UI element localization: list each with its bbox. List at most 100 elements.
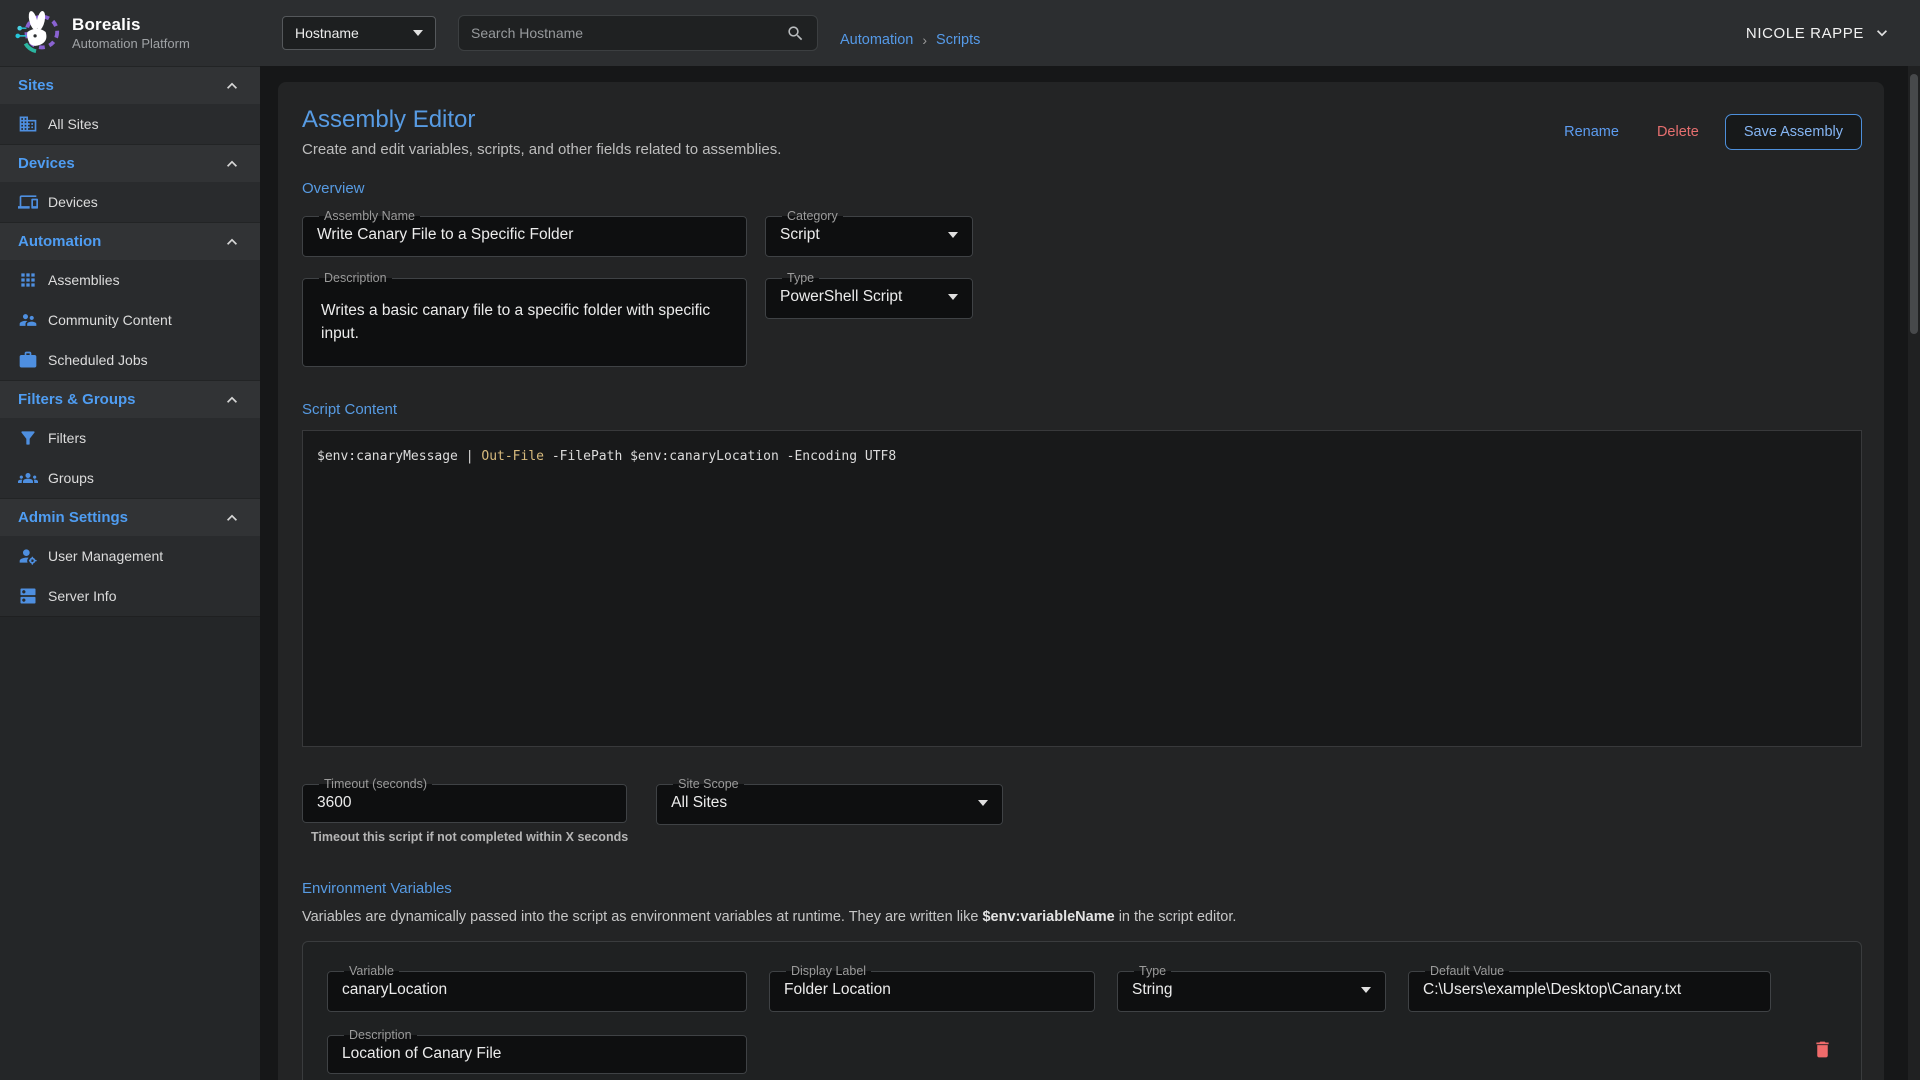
chevron-up-icon xyxy=(222,76,242,96)
sidebar-menu: Sites All Sites Devices Devices Automati… xyxy=(0,66,260,616)
save-assembly-button[interactable]: Save Assembly xyxy=(1725,114,1862,150)
script-content-section-label: Script Content xyxy=(302,401,1862,418)
sidebar-item-label: Server Info xyxy=(48,588,116,604)
devices-icon xyxy=(18,192,38,212)
rename-button[interactable]: Rename xyxy=(1552,116,1631,148)
page-subtitle: Create and edit variables, scripts, and … xyxy=(302,141,781,158)
sidebar-filler xyxy=(0,616,260,1080)
user-menu[interactable]: NICOLE RAPPE xyxy=(1746,23,1892,43)
category-select[interactable]: Category Script xyxy=(765,209,973,257)
page-title: Assembly Editor xyxy=(302,106,781,134)
caret-down-icon xyxy=(413,30,423,36)
chevron-up-icon xyxy=(222,390,242,410)
sidebar: Borealis Automation Platform Sites All S… xyxy=(0,0,260,1080)
chevron-down-icon xyxy=(1872,23,1892,43)
header-actions: Rename Delete Save Assembly xyxy=(1552,114,1862,150)
sidebar-item-label: Filters xyxy=(48,430,86,446)
default-value-input[interactable] xyxy=(1421,978,1758,1003)
variable-description-field: Description xyxy=(327,1028,747,1074)
sidebar-item-all-sites[interactable]: All Sites xyxy=(0,104,260,144)
breadcrumb-scripts[interactable]: Scripts xyxy=(936,32,980,48)
caret-down-icon xyxy=(948,294,958,300)
search-icon xyxy=(786,24,805,43)
sidebar-section-automation[interactable]: Automation xyxy=(0,222,260,260)
chevron-up-icon xyxy=(222,154,242,174)
caret-down-icon xyxy=(978,800,988,806)
search-input[interactable] xyxy=(471,25,786,41)
sidebar-item-label: Scheduled Jobs xyxy=(48,352,148,368)
sidebar-item-filters[interactable]: Filters xyxy=(0,418,260,458)
topbar: Hostname Automation › Scripts NICOLE RAP… xyxy=(260,0,1920,66)
variable-name-field: Variable xyxy=(327,964,747,1012)
environment-variable-card: Variable Display Label Type String xyxy=(302,941,1862,1080)
default-value-field: Default Value xyxy=(1408,964,1771,1012)
main-column: Hostname Automation › Scripts NICOLE RAP… xyxy=(260,0,1920,1080)
scrollbar-track[interactable] xyxy=(1908,66,1920,1080)
sidebar-item-label: Groups xyxy=(48,470,94,486)
sidebar-item-label: All Sites xyxy=(48,116,99,132)
sidebar-item-label: Assemblies xyxy=(48,272,120,288)
filter-icon xyxy=(18,428,38,448)
timeout-helper-text: Timeout this script if not completed wit… xyxy=(311,830,628,844)
sidebar-item-label: Community Content xyxy=(48,312,172,328)
assembly-name-field: Assembly Name xyxy=(302,209,747,257)
sidebar-item-groups[interactable]: Groups xyxy=(0,458,260,498)
chevron-up-icon xyxy=(222,508,242,528)
display-label-input[interactable] xyxy=(782,978,1082,1003)
scrollbar-thumb[interactable] xyxy=(1910,74,1918,334)
chevron-up-icon xyxy=(222,232,242,252)
brand-name: Borealis xyxy=(72,15,190,35)
app-root: Borealis Automation Platform Sites All S… xyxy=(0,0,1920,1080)
breadcrumb: Automation › Scripts xyxy=(840,32,980,48)
display-label-field: Display Label xyxy=(769,964,1095,1012)
sidebar-item-user-management[interactable]: User Management xyxy=(0,536,260,576)
sidebar-section-admin-settings[interactable]: Admin Settings xyxy=(0,498,260,536)
assembly-name-input[interactable] xyxy=(315,223,734,248)
description-field[interactable]: Description Writes a basic canary file t… xyxy=(302,271,747,367)
sidebar-section-sites[interactable]: Sites xyxy=(0,66,260,104)
type-select[interactable]: Type PowerShell Script xyxy=(765,271,973,319)
timeout-input[interactable] xyxy=(315,791,614,816)
site-scope-select[interactable]: Site Scope All Sites xyxy=(656,777,1003,825)
code-keyword: Out-File xyxy=(481,449,544,464)
env-vars-section-label: Environment Variables xyxy=(302,880,1862,897)
brand[interactable]: Borealis Automation Platform xyxy=(0,0,260,66)
sidebar-item-server-info[interactable]: Server Info xyxy=(0,576,260,616)
breadcrumb-automation[interactable]: Automation xyxy=(840,32,913,48)
briefcase-icon xyxy=(18,350,38,370)
delete-variable-button[interactable] xyxy=(1808,1035,1837,1067)
env-vars-description: Variables are dynamically passed into th… xyxy=(302,909,1862,925)
caret-down-icon xyxy=(1361,987,1371,993)
script-code-editor[interactable]: $env:canaryMessage | Out-File -FilePath … xyxy=(302,430,1862,747)
delete-button[interactable]: Delete xyxy=(1645,116,1711,148)
card-header: Assembly Editor Create and edit variable… xyxy=(302,106,1862,158)
caret-down-icon xyxy=(948,232,958,238)
groups-icon xyxy=(18,468,38,488)
people-icon xyxy=(18,310,38,330)
assembly-editor-card: Assembly Editor Create and edit variable… xyxy=(278,82,1884,1080)
content-area: Assembly Editor Create and edit variable… xyxy=(260,66,1920,1080)
sidebar-item-label: User Management xyxy=(48,548,163,564)
trash-icon xyxy=(1812,1039,1833,1060)
hostname-select[interactable]: Hostname xyxy=(282,16,436,50)
timeout-field: Timeout (seconds) xyxy=(302,777,627,823)
user-name: NICOLE RAPPE xyxy=(1746,25,1864,42)
brand-subtitle: Automation Platform xyxy=(72,36,190,51)
sidebar-section-filters-groups[interactable]: Filters & Groups xyxy=(0,380,260,418)
building-icon xyxy=(18,114,38,134)
borealis-logo xyxy=(12,8,62,58)
sidebar-section-devices[interactable]: Devices xyxy=(0,144,260,182)
breadcrumb-separator: › xyxy=(922,32,927,48)
variable-description-input[interactable] xyxy=(340,1042,734,1067)
sidebar-item-community-content[interactable]: Community Content xyxy=(0,300,260,340)
user-gear-icon xyxy=(18,546,38,566)
variable-type-select[interactable]: Type String xyxy=(1117,964,1386,1012)
script-code-line: $env:canaryMessage | Out-File -FilePath … xyxy=(317,449,1847,464)
variable-name-input[interactable] xyxy=(340,978,734,1003)
sidebar-item-scheduled-jobs[interactable]: Scheduled Jobs xyxy=(0,340,260,380)
search-hostname-box xyxy=(458,15,818,51)
sidebar-item-assemblies[interactable]: Assemblies xyxy=(0,260,260,300)
apps-grid-icon xyxy=(18,270,38,290)
overview-section-label: Overview xyxy=(302,180,1862,197)
sidebar-item-devices[interactable]: Devices xyxy=(0,182,260,222)
